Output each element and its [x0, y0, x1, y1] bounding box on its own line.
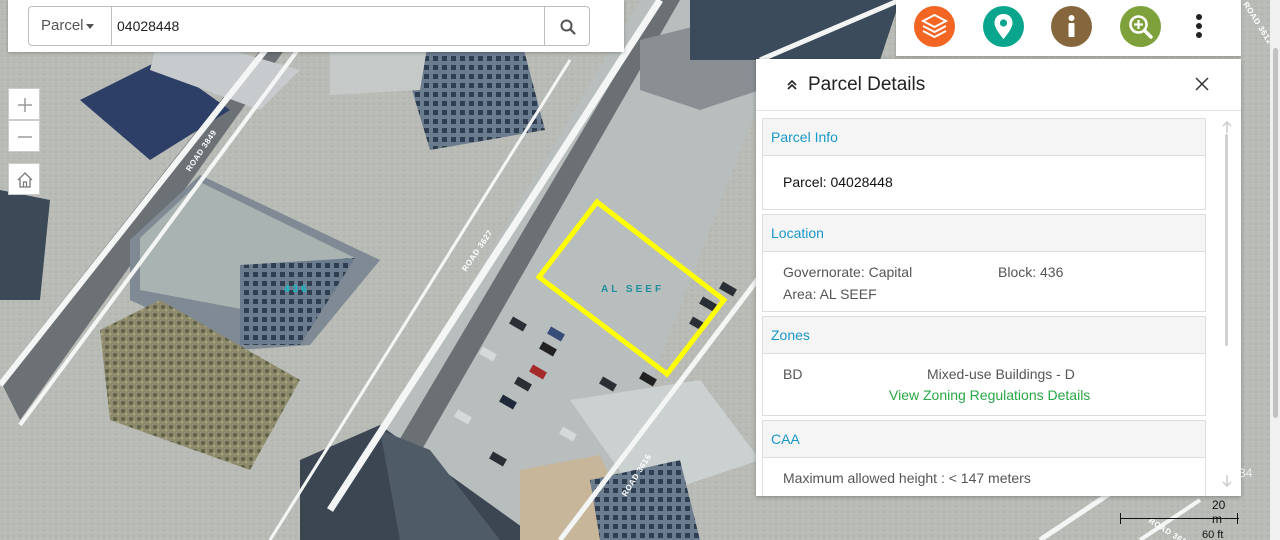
page-scrollbar-thumb[interactable] [1273, 48, 1278, 418]
map-pin-icon [983, 6, 1024, 47]
search-type-dropdown[interactable]: Parcel [28, 6, 111, 46]
zoom-in-button[interactable] [8, 88, 40, 120]
section-body: Maximum allowed height : < 147 meters [763, 458, 1205, 496]
scroll-down-arrow-icon[interactable] [1222, 475, 1232, 487]
block-value: Block: 436 [998, 264, 1064, 280]
search-button[interactable] [544, 6, 590, 46]
info-icon [1051, 6, 1092, 47]
block-label: 436 [284, 284, 310, 295]
search-panel: Parcel [8, 0, 624, 52]
dot [1196, 23, 1202, 29]
caret-down-icon [85, 23, 94, 29]
home-button[interactable] [8, 163, 40, 195]
layers-icon [914, 6, 955, 47]
scale-bar-line [1120, 513, 1239, 524]
location-section: Location Governorate: Capital Block: 436… [762, 214, 1206, 312]
map-edge-label: 34 [1239, 466, 1253, 480]
zoom-search-button[interactable] [1120, 6, 1161, 47]
parcel-number: Parcel: 04028448 [783, 174, 893, 190]
close-icon[interactable] [1195, 77, 1209, 91]
zone-description: Mixed-use Buildings - D [927, 366, 1075, 382]
plus-icon [18, 98, 32, 112]
zone-code: BD [783, 366, 803, 382]
section-body: Governorate: Capital Block: 436 Area: AL… [763, 252, 1205, 311]
governorate-value: Governorate: Capital [783, 264, 913, 280]
zoning-regulations-link[interactable]: View Zoning Regulations Details [889, 387, 1090, 403]
minus-icon [18, 136, 32, 138]
section-body: Parcel: 04028448 [763, 156, 1205, 209]
section-heading[interactable]: Zones [763, 317, 1205, 354]
panel-header: Parcel Details [756, 59, 1241, 111]
area-value: Area: AL SEEF [783, 286, 877, 302]
home-icon [17, 172, 33, 188]
search-icon [560, 19, 576, 35]
panel-title: Parcel Details [808, 74, 926, 95]
more-vertical-icon[interactable] [1189, 12, 1209, 40]
scale-imperial-label: 60 ft [1202, 529, 1224, 540]
search-input[interactable] [111, 6, 545, 46]
dot [1196, 14, 1202, 20]
section-heading[interactable]: CAA [763, 421, 1205, 458]
location-button[interactable] [983, 6, 1024, 47]
section-body: BD Mixed-use Buildings - D View Zoning R… [763, 354, 1205, 415]
caa-section: CAA Maximum allowed height : < 147 meter… [762, 420, 1206, 496]
parcel-details-panel: Parcel Details Parcel Info Parcel: 04028… [756, 59, 1241, 496]
map-toolbar [896, 0, 1241, 56]
section-heading[interactable]: Parcel Info [763, 119, 1205, 156]
zones-section: Zones BD Mixed-use Buildings - D View Zo… [762, 316, 1206, 416]
double-chevron-up-icon[interactable] [786, 79, 798, 91]
info-button[interactable] [1051, 6, 1092, 47]
zoom-out-button[interactable] [8, 120, 40, 152]
layers-button[interactable] [914, 6, 955, 47]
dot [1196, 32, 1202, 38]
scroll-up-arrow-icon[interactable] [1222, 121, 1232, 133]
search-type-label: Parcel [41, 17, 84, 34]
scale-bar: 20 m 60 ft [1118, 498, 1239, 540]
area-label: AL SEEF [601, 284, 664, 295]
section-heading[interactable]: Location [763, 215, 1205, 252]
panel-scrollbar-thumb[interactable] [1225, 134, 1228, 346]
max-height-value: Maximum allowed height : < 147 meters [783, 470, 1031, 486]
zoom-in-icon [1120, 6, 1161, 47]
building [690, 0, 900, 60]
parcel-info-section: Parcel Info Parcel: 04028448 [762, 118, 1206, 210]
